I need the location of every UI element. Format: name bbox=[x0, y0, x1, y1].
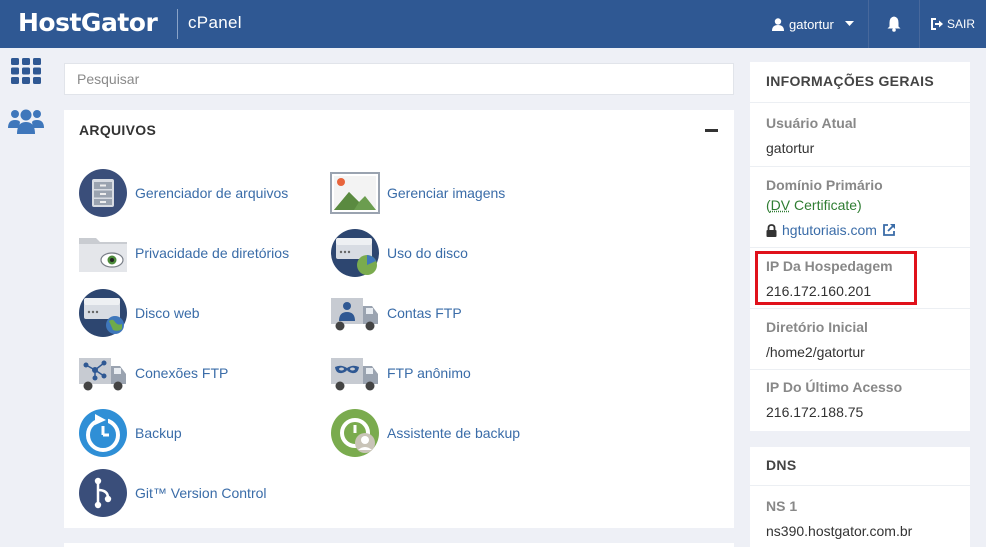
item-label: Assistente de backup bbox=[387, 425, 520, 441]
grid-apps-icon bbox=[11, 58, 41, 84]
general-info-panel: INFORMAÇÕES GERAIS Usuário Atual gatortu… bbox=[750, 62, 970, 431]
backup-icon bbox=[78, 408, 128, 458]
image-manager-link[interactable]: Gerenciar imagens bbox=[330, 168, 570, 218]
disk-usage-link[interactable]: Uso do disco bbox=[330, 228, 570, 278]
hostgator-logo[interactable]: HostGator bbox=[18, 8, 157, 37]
home-directory-value: /home2/gatortur bbox=[766, 344, 865, 360]
image-icon bbox=[330, 168, 380, 218]
lock-icon bbox=[766, 224, 777, 237]
anonymous-ftp-truck-icon bbox=[330, 348, 380, 398]
primary-domain-label: Domínio Primário bbox=[766, 177, 883, 193]
ftp-connections-truck-icon bbox=[78, 348, 128, 398]
next-panel bbox=[64, 543, 734, 547]
item-label: FTP anônimo bbox=[387, 365, 471, 381]
item-label: Gerenciador de arquivos bbox=[135, 185, 288, 201]
bell-icon bbox=[887, 16, 901, 32]
dns-title: DNS bbox=[766, 457, 796, 473]
ftp-accounts-truck-icon bbox=[330, 288, 380, 338]
logout-button[interactable]: SAIR bbox=[920, 0, 986, 48]
external-link-icon[interactable] bbox=[882, 223, 896, 237]
user-menu[interactable]: gatortur bbox=[772, 0, 868, 48]
separator bbox=[750, 166, 970, 167]
last-access-ip-label: IP Do Último Acesso bbox=[766, 379, 902, 395]
ftp-connections-link[interactable]: Conexões FTP bbox=[78, 348, 318, 398]
last-access-ip-value: 216.172.188.75 bbox=[766, 404, 863, 420]
git-icon bbox=[78, 468, 128, 518]
username: gatortur bbox=[789, 17, 834, 32]
sign-out-icon bbox=[931, 18, 944, 30]
separator bbox=[750, 247, 970, 248]
user-icon bbox=[772, 18, 784, 31]
notifications-button[interactable] bbox=[869, 0, 919, 48]
caret-down-icon bbox=[845, 21, 854, 27]
primary-domain-link[interactable]: hgtutoriais.com bbox=[782, 222, 877, 238]
file-manager-link[interactable]: Gerenciador de arquivos bbox=[78, 168, 318, 218]
collapse-panel-button[interactable] bbox=[705, 129, 718, 132]
home-directory-label: Diretório Inicial bbox=[766, 319, 868, 335]
anonymous-ftp-link[interactable]: FTP anônimo bbox=[330, 348, 570, 398]
left-sidebar bbox=[0, 48, 50, 547]
item-label: Contas FTP bbox=[387, 305, 462, 321]
item-label: Git™ Version Control bbox=[135, 485, 267, 501]
sidebar-item-home[interactable] bbox=[8, 56, 44, 86]
item-label: Uso do disco bbox=[387, 245, 468, 261]
certificate-text: Certificate) bbox=[790, 197, 862, 213]
ftp-accounts-link[interactable]: Contas FTP bbox=[330, 288, 570, 338]
file-cabinet-icon bbox=[78, 168, 128, 218]
separator bbox=[750, 102, 970, 103]
top-bar: HostGator cPanel gatortur SAIR bbox=[0, 0, 986, 48]
ssl-certificate-status[interactable]: (DV Certificate) bbox=[766, 197, 862, 213]
disk-usage-icon bbox=[330, 228, 380, 278]
ns1-value: ns390.hostgator.com.br bbox=[766, 523, 912, 539]
dv-abbreviation: DV bbox=[771, 197, 790, 213]
logout-label: SAIR bbox=[947, 17, 975, 31]
ns1-label: NS 1 bbox=[766, 498, 797, 514]
backup-wizard-link[interactable]: Assistente de backup bbox=[330, 408, 570, 458]
item-label: Privacidade de diretórios bbox=[135, 245, 289, 261]
current-user-value: gatortur bbox=[766, 140, 814, 156]
item-label: Backup bbox=[135, 425, 182, 441]
directory-privacy-link[interactable]: Privacidade de diretórios bbox=[78, 228, 318, 278]
panel-title: ARQUIVOS bbox=[79, 122, 156, 138]
backup-link[interactable]: Backup bbox=[78, 408, 318, 458]
dns-panel: DNS NS 1 ns390.hostgator.com.br bbox=[750, 447, 970, 547]
logo-divider bbox=[177, 9, 178, 39]
general-info-title: INFORMAÇÕES GERAIS bbox=[766, 73, 934, 89]
search-input[interactable] bbox=[64, 63, 734, 95]
current-user-label: Usuário Atual bbox=[766, 115, 857, 131]
item-label: Disco web bbox=[135, 305, 200, 321]
folder-eye-icon bbox=[78, 228, 128, 278]
users-icon bbox=[8, 108, 44, 134]
item-label: Conexões FTP bbox=[135, 365, 228, 381]
files-panel: ARQUIVOS Gerenciador de arquivos Gerenci… bbox=[64, 110, 734, 528]
separator bbox=[750, 308, 970, 309]
backup-wizard-icon bbox=[330, 408, 380, 458]
item-label: Gerenciar imagens bbox=[387, 185, 505, 201]
product-name: cPanel bbox=[188, 13, 242, 33]
web-disk-icon bbox=[78, 288, 128, 338]
separator bbox=[750, 369, 970, 370]
sidebar-item-users[interactable] bbox=[8, 106, 44, 136]
git-version-control-link[interactable]: Git™ Version Control bbox=[78, 468, 318, 518]
highlight-box bbox=[755, 251, 917, 305]
primary-domain-row: hgtutoriais.com bbox=[766, 222, 896, 238]
separator bbox=[750, 485, 970, 486]
web-disk-link[interactable]: Disco web bbox=[78, 288, 318, 338]
